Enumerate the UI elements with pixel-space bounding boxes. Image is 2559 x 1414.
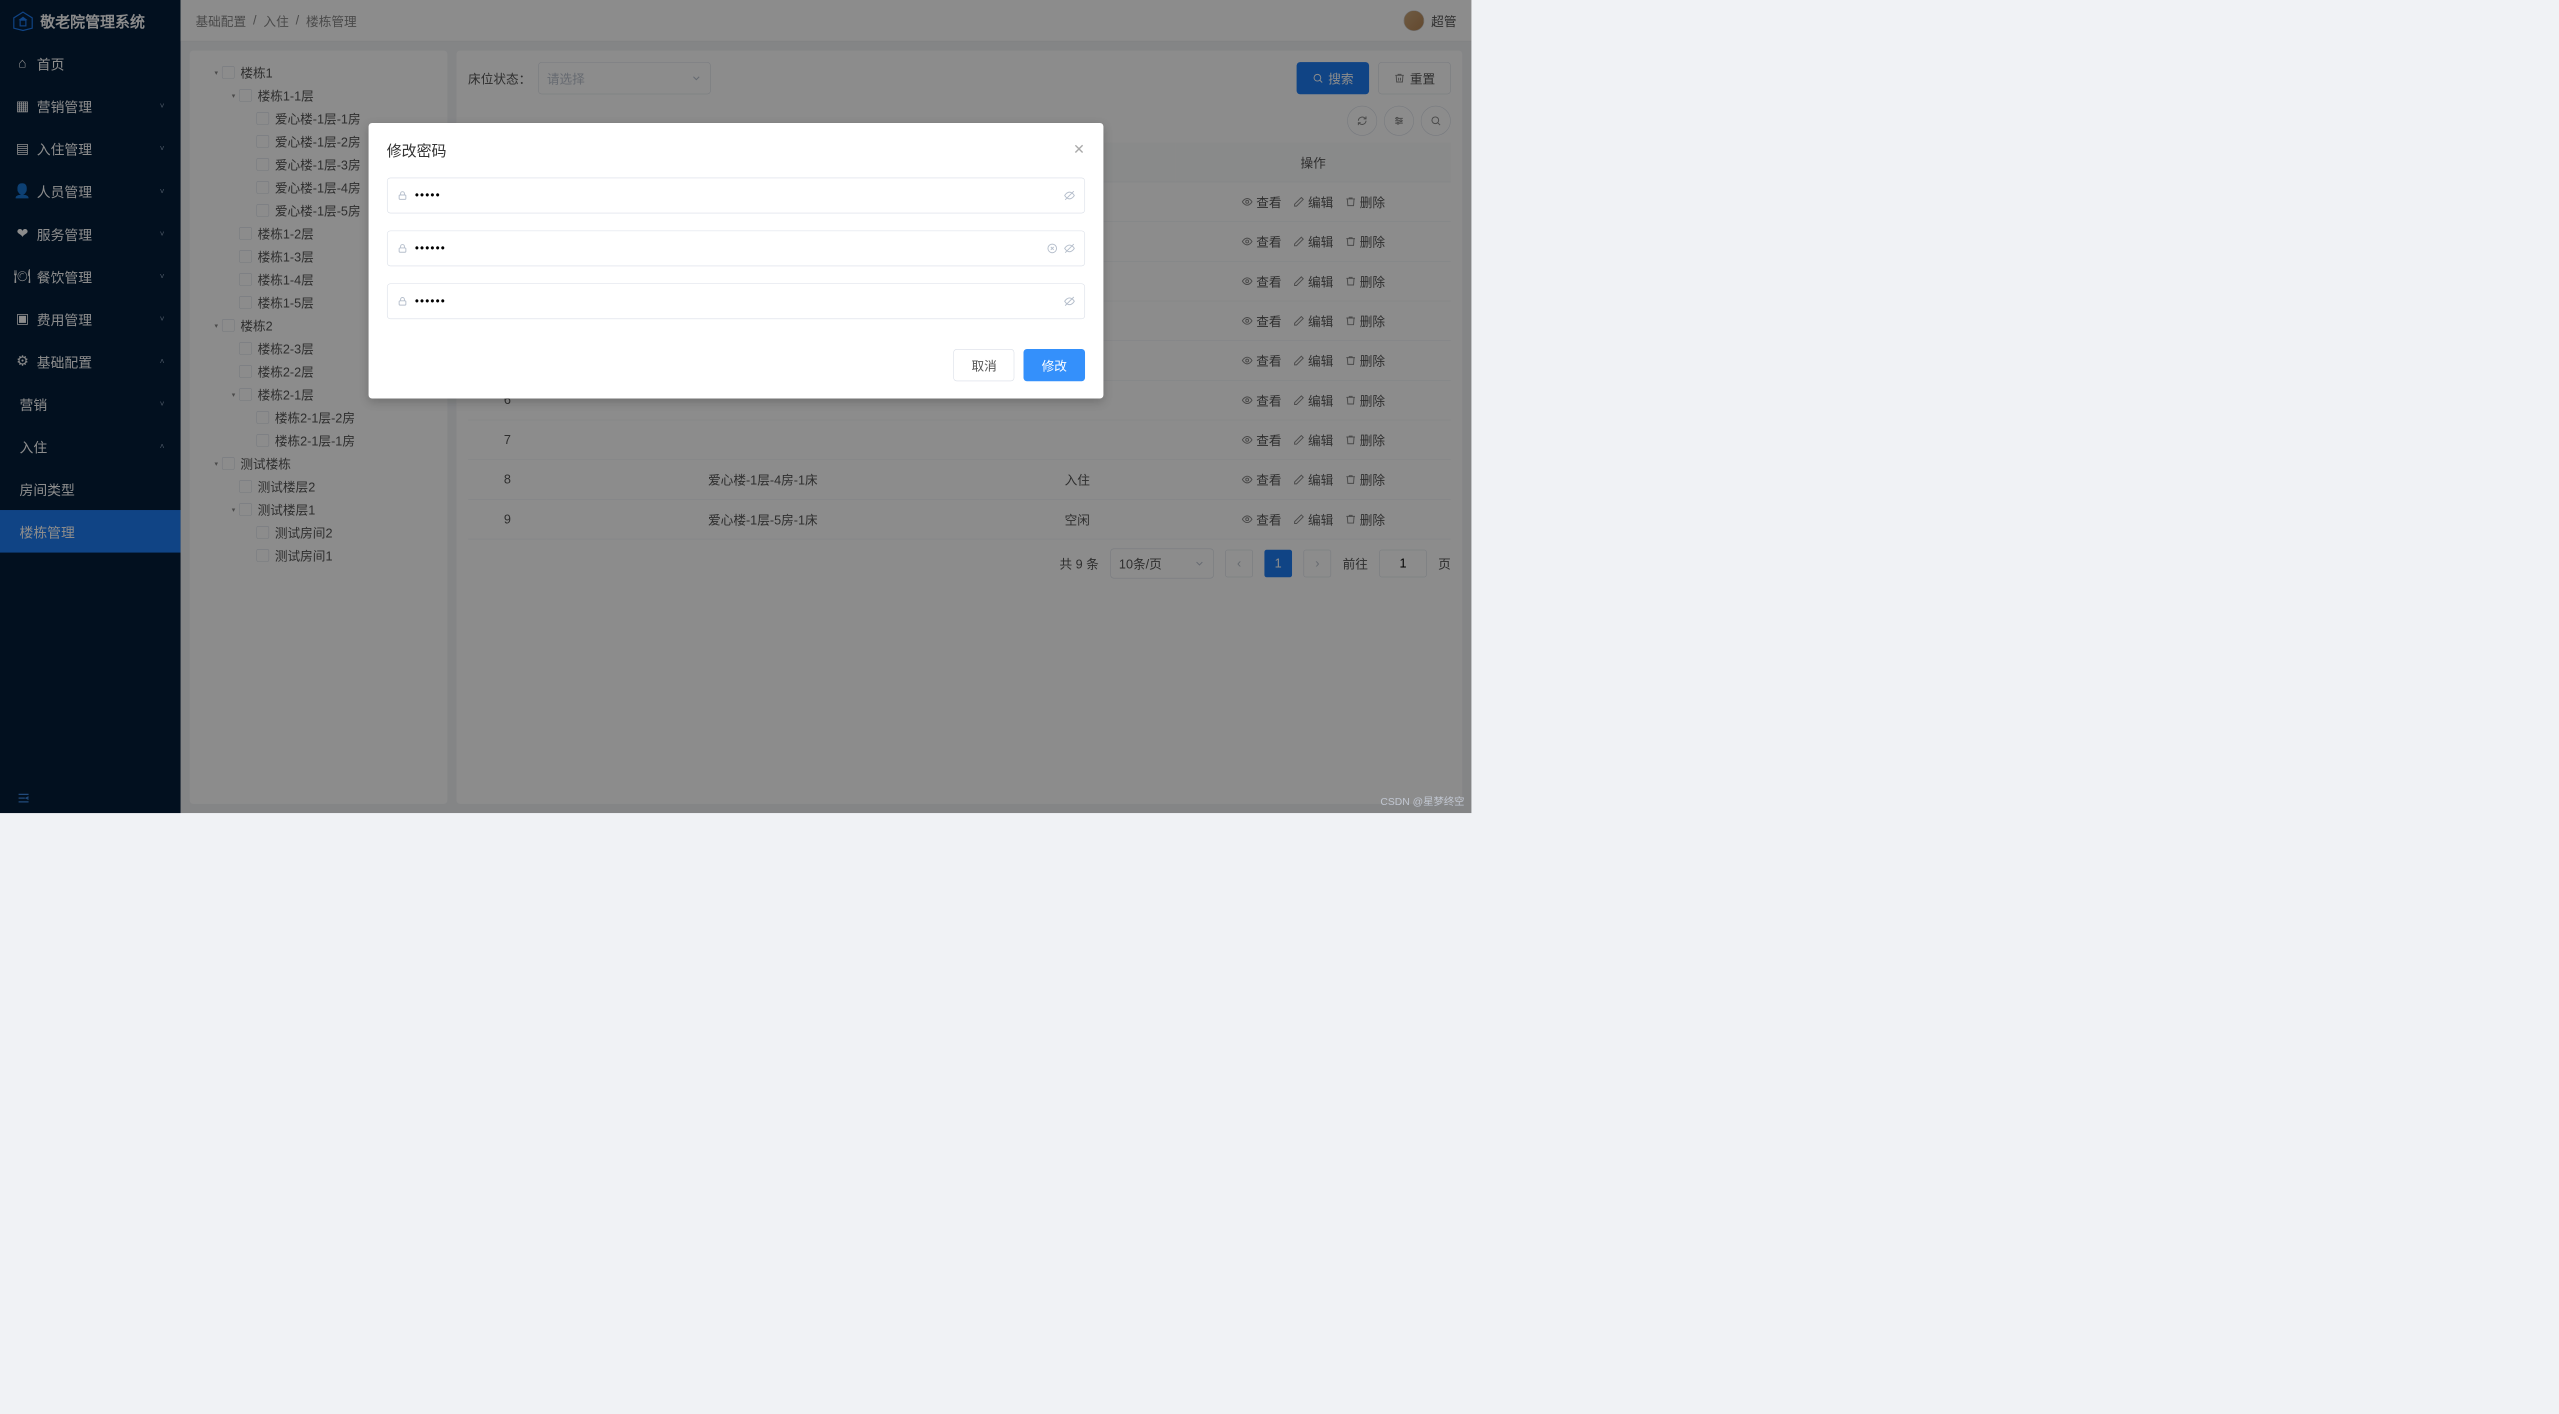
- modal-title: 修改密码: [387, 139, 447, 160]
- cancel-button[interactable]: 取消: [954, 349, 1015, 381]
- change-password-modal: 修改密码 ✕ 取消 修改: [368, 123, 1103, 398]
- watermark: CSDN @星梦终空: [1380, 794, 1464, 809]
- eye-off-icon[interactable]: [1063, 190, 1075, 202]
- confirm-password-input[interactable]: [415, 295, 1058, 308]
- new-password-input[interactable]: [415, 242, 1041, 255]
- new-password-field[interactable]: [387, 231, 1085, 267]
- lock-icon: [396, 243, 408, 255]
- clear-icon[interactable]: [1046, 243, 1058, 255]
- old-password-field[interactable]: [387, 178, 1085, 214]
- modal-close[interactable]: ✕: [1073, 141, 1085, 158]
- lock-icon: [396, 190, 408, 202]
- confirm-password-field[interactable]: [387, 283, 1085, 319]
- lock-icon: [396, 296, 408, 308]
- confirm-button[interactable]: 修改: [1024, 349, 1085, 381]
- modal-overlay[interactable]: 修改密码 ✕ 取消 修改: [0, 0, 1471, 813]
- eye-off-icon[interactable]: [1063, 243, 1075, 255]
- old-password-input[interactable]: [415, 189, 1058, 202]
- eye-off-icon[interactable]: [1063, 296, 1075, 308]
